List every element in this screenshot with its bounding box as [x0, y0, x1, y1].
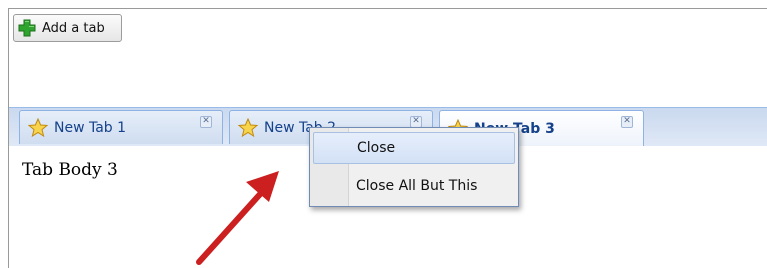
menu-item-close[interactable]: Close	[313, 132, 515, 164]
menu-item-label: Close All But This	[356, 178, 478, 194]
menu-item-close-all-but-this[interactable]: Close All But This	[313, 170, 515, 202]
context-menu: Close Close All But This	[309, 127, 519, 207]
menu-item-label: Close	[357, 140, 396, 156]
